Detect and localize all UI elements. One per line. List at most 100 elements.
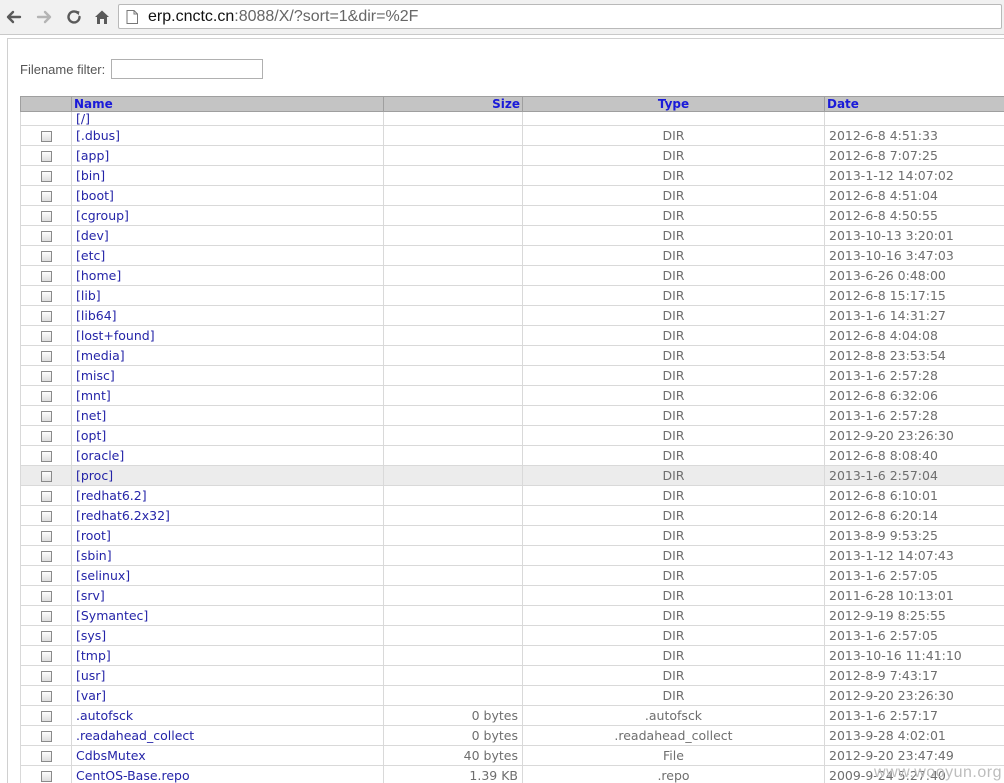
table-cell — [21, 366, 72, 386]
row-checkbox[interactable] — [41, 491, 52, 502]
file-name-link[interactable]: [misc] — [76, 368, 115, 383]
back-button[interactable] — [2, 5, 26, 29]
address-bar[interactable]: erp.cnctc.cn:8088/X/?sort=1&dir=%2F — [118, 4, 1002, 29]
row-checkbox[interactable] — [41, 651, 52, 662]
file-name-link[interactable]: [lib] — [76, 288, 101, 303]
table-cell — [21, 646, 72, 666]
file-name-link[interactable]: [mnt] — [76, 388, 111, 403]
file-name-link[interactable]: [media] — [76, 348, 125, 363]
file-name-link[interactable]: [redhat6.2] — [76, 488, 147, 503]
file-name-link[interactable]: [lib64] — [76, 308, 117, 323]
file-name-link[interactable]: [bin] — [76, 168, 105, 183]
file-name-link[interactable]: .readahead_collect — [76, 728, 194, 743]
table-row: [root]DIR2013-8-9 9:53:25 — [21, 526, 1004, 546]
file-size — [384, 566, 523, 586]
root-dir-link[interactable]: [/] — [76, 112, 90, 126]
file-name-link[interactable]: CentOS-Base.repo — [76, 768, 190, 783]
file-date: 2011-6-28 10:13:01 — [825, 586, 1004, 606]
file-name-link[interactable]: [opt] — [76, 428, 106, 443]
file-name-link[interactable]: [etc] — [76, 248, 105, 263]
file-name-link[interactable]: [usr] — [76, 668, 105, 683]
sort-by-date-link[interactable]: Date — [827, 97, 859, 111]
url-host: erp.cnctc.cn — [148, 8, 234, 25]
row-checkbox[interactable] — [41, 451, 52, 462]
file-name-link[interactable]: [Symantec] — [76, 608, 148, 623]
table-cell: [dev] — [72, 226, 384, 246]
file-name-link[interactable]: [tmp] — [76, 648, 111, 663]
table-cell: [boot] — [72, 186, 384, 206]
row-checkbox[interactable] — [41, 551, 52, 562]
row-checkbox[interactable] — [41, 331, 52, 342]
row-checkbox[interactable] — [41, 511, 52, 522]
row-checkbox[interactable] — [41, 591, 52, 602]
row-checkbox[interactable] — [41, 431, 52, 442]
file-name-link[interactable]: [dev] — [76, 228, 109, 243]
file-name-link[interactable]: [home] — [76, 268, 121, 283]
table-row: [misc]DIR2013-1-6 2:57:28 — [21, 366, 1004, 386]
row-checkbox[interactable] — [41, 251, 52, 262]
file-name-link[interactable]: [net] — [76, 408, 106, 423]
row-checkbox[interactable] — [41, 231, 52, 242]
home-button[interactable] — [90, 5, 114, 29]
file-name-link[interactable]: [sbin] — [76, 548, 112, 563]
row-checkbox[interactable] — [41, 711, 52, 722]
row-checkbox[interactable] — [41, 611, 52, 622]
row-checkbox[interactable] — [41, 171, 52, 182]
file-date: 2013-1-6 2:57:05 — [825, 566, 1004, 586]
file-name-link[interactable]: [boot] — [76, 188, 114, 203]
sort-by-size-link[interactable]: Size — [492, 97, 520, 111]
file-size — [384, 286, 523, 306]
row-checkbox[interactable] — [41, 391, 52, 402]
file-name-link[interactable]: [oracle] — [76, 448, 124, 463]
file-name-link[interactable]: .autofsck — [76, 708, 133, 723]
row-checkbox[interactable] — [41, 271, 52, 282]
file-name-link[interactable]: CdbsMutex — [76, 748, 146, 763]
table-row: [dev]DIR2013-10-13 3:20:01 — [21, 226, 1004, 246]
row-checkbox[interactable] — [41, 191, 52, 202]
table-cell: [selinux] — [72, 566, 384, 586]
file-name-link[interactable]: [lost+found] — [76, 328, 155, 343]
file-name-link[interactable]: [app] — [76, 148, 109, 163]
row-checkbox[interactable] — [41, 131, 52, 142]
row-checkbox[interactable] — [41, 351, 52, 362]
row-checkbox[interactable] — [41, 371, 52, 382]
file-name-link[interactable]: [proc] — [76, 468, 113, 483]
row-checkbox[interactable] — [41, 211, 52, 222]
file-size — [384, 626, 523, 646]
sort-by-name-link[interactable]: Name — [74, 97, 113, 111]
row-checkbox[interactable] — [41, 471, 52, 482]
file-name-link[interactable]: [root] — [76, 528, 111, 543]
forward-button[interactable] — [32, 5, 56, 29]
file-name-link[interactable]: [sys] — [76, 628, 106, 643]
file-name-link[interactable]: [.dbus] — [76, 128, 120, 143]
file-size — [384, 466, 523, 486]
row-checkbox[interactable] — [41, 151, 52, 162]
row-checkbox[interactable] — [41, 411, 52, 422]
row-checkbox[interactable] — [41, 691, 52, 702]
file-date: 2013-1-6 2:57:28 — [825, 366, 1004, 386]
file-size — [384, 166, 523, 186]
table-cell — [21, 306, 72, 326]
reload-button[interactable] — [62, 5, 86, 29]
row-checkbox[interactable] — [41, 531, 52, 542]
table-row: [var]DIR2012-9-20 23:26:30 — [21, 686, 1004, 706]
row-checkbox[interactable] — [41, 751, 52, 762]
row-checkbox[interactable] — [41, 671, 52, 682]
filename-filter-input[interactable] — [111, 59, 263, 79]
table-cell: CentOS-Base.repo — [72, 766, 384, 783]
sort-by-type-link[interactable]: Type — [658, 97, 689, 111]
file-name-link[interactable]: [srv] — [76, 588, 105, 603]
file-name-link[interactable]: [selinux] — [76, 568, 130, 583]
table-cell: [sbin] — [72, 546, 384, 566]
row-checkbox[interactable] — [41, 291, 52, 302]
file-name-link[interactable]: [cgroup] — [76, 208, 129, 223]
row-checkbox[interactable] — [41, 311, 52, 322]
row-checkbox[interactable] — [41, 771, 52, 782]
file-name-link[interactable]: [var] — [76, 688, 106, 703]
file-name-link[interactable]: [redhat6.2x32] — [76, 508, 170, 523]
row-checkbox[interactable] — [41, 571, 52, 582]
row-checkbox[interactable] — [41, 631, 52, 642]
table-cell: [usr] — [72, 666, 384, 686]
table-cell — [21, 112, 72, 126]
row-checkbox[interactable] — [41, 731, 52, 742]
